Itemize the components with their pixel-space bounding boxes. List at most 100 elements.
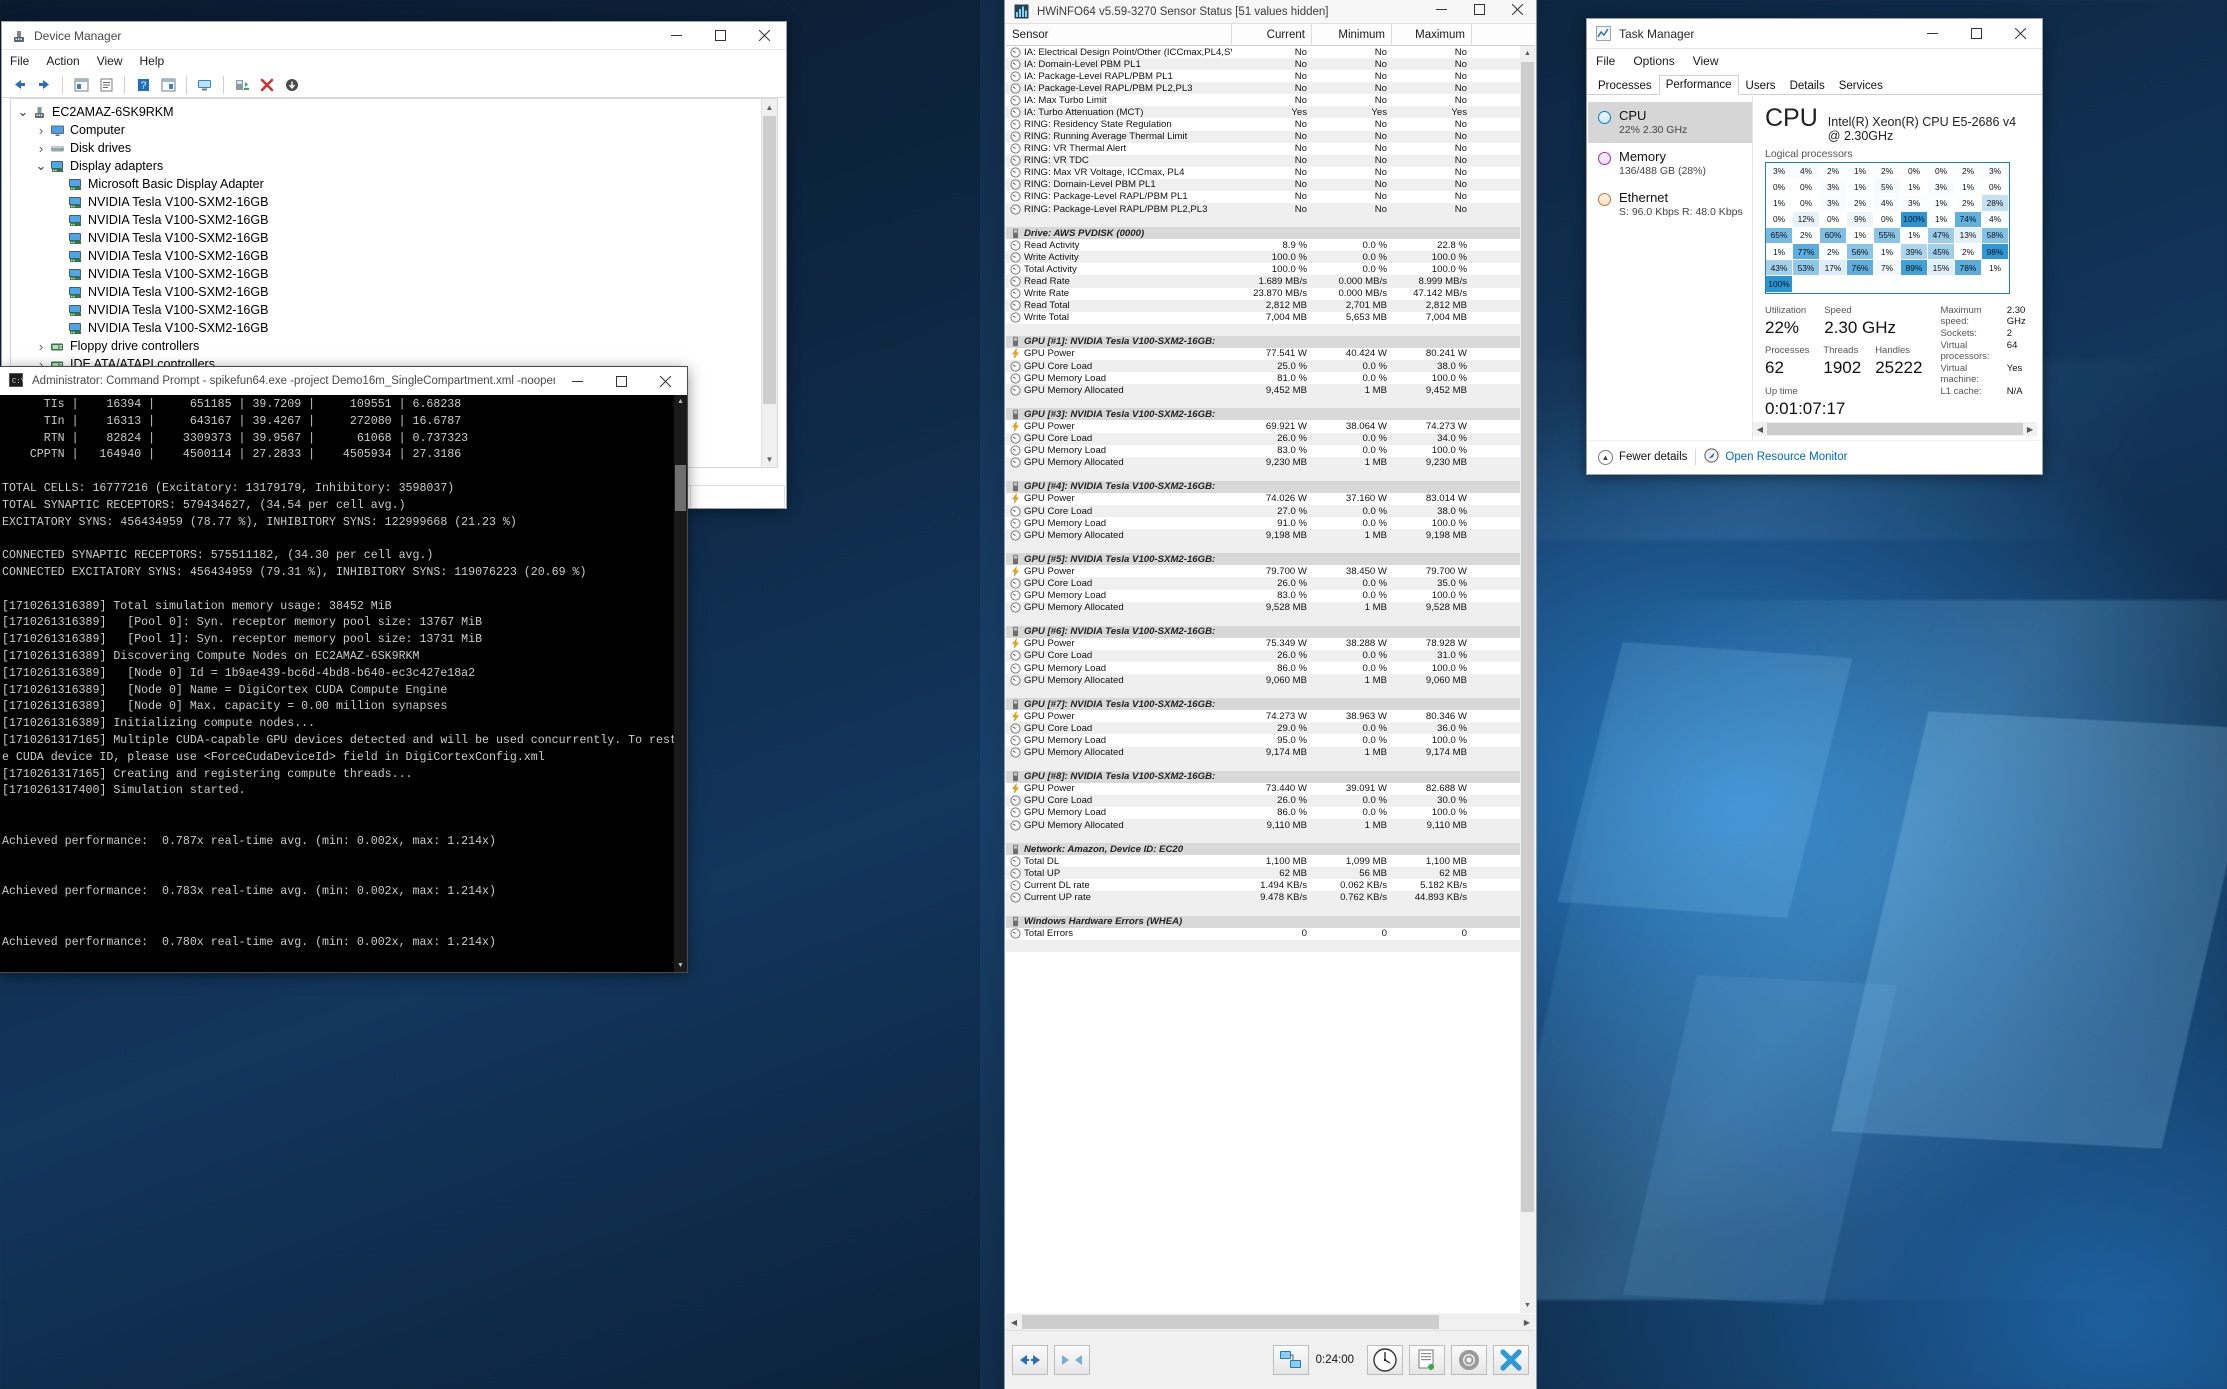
sensor-row[interactable]: GPU Power 75.349 W 38.288 W 78.928 W bbox=[1006, 638, 1520, 650]
logging-icon[interactable] bbox=[1409, 1344, 1445, 1375]
column-header-minimum[interactable]: Minimum bbox=[1312, 23, 1392, 46]
logical-processor-cell[interactable]: 98% bbox=[1982, 243, 2009, 261]
sensor-row[interactable]: GPU Memory Allocated 9,452 MB 1 MB 9,452 MB bbox=[1006, 384, 1520, 397]
menu-help[interactable]: Help bbox=[140, 54, 165, 68]
scroll-right-arrow-icon[interactable]: ▶ bbox=[1519, 1318, 1535, 1327]
scroll-left-arrow-icon[interactable]: ◀ bbox=[1753, 425, 1767, 434]
logical-processor-cell[interactable]: 1% bbox=[1766, 195, 1793, 212]
logical-processor-cell[interactable]: 45% bbox=[1928, 243, 1955, 261]
sensor-group-header[interactable]: Network: Amazon, Device ID: EC20 bbox=[1006, 843, 1520, 856]
logical-processor-cell[interactable]: 13% bbox=[1955, 227, 1982, 244]
fewer-details-button[interactable]: ▲ Fewer details bbox=[1598, 449, 1687, 465]
logical-processor-cell[interactable]: 0% bbox=[1820, 211, 1847, 228]
logical-processor-cell[interactable]: 0% bbox=[1874, 211, 1901, 228]
sensor-row[interactable]: Total Activity 100.0 % 0.0 % 100.0 % bbox=[1006, 263, 1520, 275]
sensor-horizontal-scrollbar[interactable]: ◀ ▶ bbox=[1006, 1314, 1535, 1330]
scroll-right-arrow-icon[interactable]: ▶ bbox=[2023, 425, 2037, 434]
logical-processor-cell[interactable]: 56% bbox=[1847, 243, 1874, 261]
chevron-down-icon[interactable]: ⌄ bbox=[33, 159, 49, 172]
sensor-row[interactable]: RING: Package-Level RAPL/PBM PL1 No No No bbox=[1006, 191, 1520, 203]
close-button[interactable] bbox=[1998, 20, 2042, 48]
forward-arrow-icon[interactable] bbox=[33, 75, 55, 95]
expand-columns-icon[interactable] bbox=[1012, 1344, 1048, 1375]
logical-processor-cell[interactable]: 1% bbox=[1847, 179, 1874, 196]
settings-gear-icon[interactable] bbox=[1451, 1344, 1487, 1375]
sensor-row[interactable]: GPU Power 73.440 W 39.091 W 82.688 W bbox=[1006, 783, 1520, 795]
logical-processor-cell[interactable]: 0% bbox=[1766, 179, 1793, 196]
tab-details[interactable]: Details bbox=[1783, 76, 1832, 95]
collapse-columns-icon[interactable] bbox=[1054, 1344, 1090, 1375]
device-tree-item[interactable]: ⌄ EC2AMAZ-6SK9RKM bbox=[15, 103, 761, 121]
sensor-row[interactable]: GPU Core Load 26.0 % 0.0 % 30.0 % bbox=[1006, 794, 1520, 807]
maximize-button[interactable] bbox=[1954, 20, 1998, 48]
sensor-row[interactable]: Total UP 62 MB 56 MB 62 MB bbox=[1006, 867, 1520, 880]
menu-file[interactable]: File bbox=[1596, 54, 1615, 68]
logical-processor-cell[interactable]: 2% bbox=[1874, 163, 1901, 180]
logical-processor-cell[interactable]: 55% bbox=[1874, 227, 1901, 244]
sensor-row[interactable]: GPU Power 69.921 W 38.064 W 74.273 W bbox=[1006, 420, 1520, 432]
device-tree-item[interactable]: NVIDIA Tesla V100-SXM2-16GB bbox=[15, 229, 761, 247]
device-tree-item[interactable]: ⌄ Display adapters bbox=[15, 157, 761, 175]
logical-processor-cell[interactable]: 77% bbox=[1793, 243, 1820, 261]
logical-processor-cell[interactable]: 1% bbox=[1901, 179, 1928, 196]
logical-processor-cell[interactable]: 3% bbox=[1901, 195, 1928, 212]
sensor-vertical-scrollbar[interactable]: ▲ ▼ bbox=[1520, 46, 1535, 1313]
logical-processor-cell[interactable]: 74% bbox=[1955, 211, 1982, 228]
close-button[interactable] bbox=[742, 22, 786, 50]
scroll-down-arrow-icon[interactable]: ▼ bbox=[674, 959, 687, 972]
logical-processor-cell[interactable]: 76% bbox=[1847, 260, 1874, 277]
logical-processor-cell[interactable]: 4% bbox=[1793, 163, 1820, 180]
logical-processor-cell[interactable]: 9% bbox=[1847, 211, 1874, 228]
logical-processor-cell[interactable]: 2% bbox=[1820, 163, 1847, 180]
logical-processor-cell[interactable]: 3% bbox=[1766, 163, 1793, 180]
column-header-sensor[interactable]: Sensor bbox=[1006, 23, 1232, 46]
logical-processor-cell[interactable]: 1% bbox=[1874, 243, 1901, 261]
sensor-row[interactable]: RING: Residency State Regulation No No No bbox=[1006, 118, 1520, 130]
logical-processor-cell[interactable]: 39% bbox=[1901, 243, 1928, 261]
clock-icon[interactable] bbox=[1367, 1344, 1403, 1375]
sensor-row[interactable]: GPU Power 74.273 W 38.963 W 80.346 W bbox=[1006, 710, 1520, 722]
sensor-row[interactable]: GPU Memory Allocated 9,230 MB 1 MB 9,230 MB bbox=[1006, 456, 1520, 469]
logical-processor-cell[interactable]: 1% bbox=[1928, 211, 1955, 228]
sidebar-item-memory[interactable]: Memory 136/488 GB (28%) bbox=[1588, 143, 1752, 184]
close-button[interactable] bbox=[1498, 0, 1536, 22]
sensor-row[interactable]: RING: Package-Level RAPL/PBM PL2,PL3 No No… bbox=[1006, 203, 1520, 216]
device-tree-scrollbar[interactable]: ▲ ▼ bbox=[761, 99, 777, 467]
sensor-row[interactable]: GPU Core Load 26.0 % 0.0 % 35.0 % bbox=[1006, 577, 1520, 590]
scroll-up-arrow-icon[interactable]: ▲ bbox=[1520, 46, 1535, 61]
menu-file[interactable]: File bbox=[10, 54, 29, 68]
sensor-row[interactable]: Current DL rate 1.494 KB/s 0.062 KB/s 5.182… bbox=[1006, 879, 1520, 891]
sensor-group-header[interactable]: Windows Hardware Errors (WHEA) bbox=[1006, 915, 1520, 928]
sensor-group-header[interactable]: GPU [#6]: NVIDIA Tesla V100-SXM2-16GB: bbox=[1006, 625, 1520, 638]
sensor-row[interactable]: Read Activity 8.9 % 0.0 % 22.8 % bbox=[1006, 239, 1520, 251]
sensor-row[interactable]: Read Total 2,812 MB 2,701 MB 2,812 MB bbox=[1006, 299, 1520, 312]
device-tree-item[interactable]: › Floppy drive controllers bbox=[15, 337, 761, 355]
logical-processor-cell[interactable]: 1% bbox=[1847, 227, 1874, 244]
logical-processor-cell[interactable]: 53% bbox=[1793, 260, 1820, 277]
chevron-down-icon[interactable]: ⌄ bbox=[15, 105, 31, 118]
device-list-icon[interactable] bbox=[157, 75, 179, 95]
chevron-right-icon[interactable]: › bbox=[33, 141, 49, 156]
logical-processor-cell[interactable]: 0% bbox=[1928, 163, 1955, 180]
logical-processor-cell[interactable]: 3% bbox=[1820, 179, 1847, 196]
logical-processor-cell[interactable]: 2% bbox=[1847, 195, 1874, 212]
tab-performance[interactable]: Performance bbox=[1658, 75, 1739, 95]
device-tree-item[interactable]: NVIDIA Tesla V100-SXM2-16GB bbox=[15, 247, 761, 265]
logical-processor-cell[interactable]: 7% bbox=[1874, 260, 1901, 277]
sidebar-item-cpu[interactable]: CPU 22% 2.30 GHz bbox=[1588, 102, 1752, 143]
sensor-group-header[interactable]: GPU [#5]: NVIDIA Tesla V100-SXM2-16GB: bbox=[1006, 553, 1520, 566]
sensor-row[interactable]: RING: Running Average Thermal Limit No No N… bbox=[1006, 130, 1520, 143]
add-legacy-hardware-icon[interactable] bbox=[281, 75, 303, 95]
menu-view[interactable]: View bbox=[1693, 54, 1719, 68]
device-tree-item[interactable]: NVIDIA Tesla V100-SXM2-16GB bbox=[15, 193, 761, 211]
close-x-icon[interactable] bbox=[1493, 1344, 1529, 1375]
scan-hardware-icon[interactable] bbox=[194, 75, 216, 95]
sensor-row[interactable]: GPU Memory Load 86.0 % 0.0 % 100.0 % bbox=[1006, 807, 1520, 819]
logical-processor-cell[interactable]: 0% bbox=[1982, 179, 2009, 196]
column-header-maximum[interactable]: Maximum bbox=[1392, 23, 1472, 46]
minimize-button[interactable] bbox=[555, 367, 599, 395]
scroll-down-arrow-icon[interactable]: ▼ bbox=[762, 451, 777, 467]
logical-processor-cell[interactable]: 5% bbox=[1874, 179, 1901, 196]
sensor-row[interactable]: RING: Max VR Voltage, ICCmax, PL4 No No No bbox=[1006, 167, 1520, 179]
logical-processor-cell[interactable]: 43% bbox=[1766, 260, 1793, 277]
